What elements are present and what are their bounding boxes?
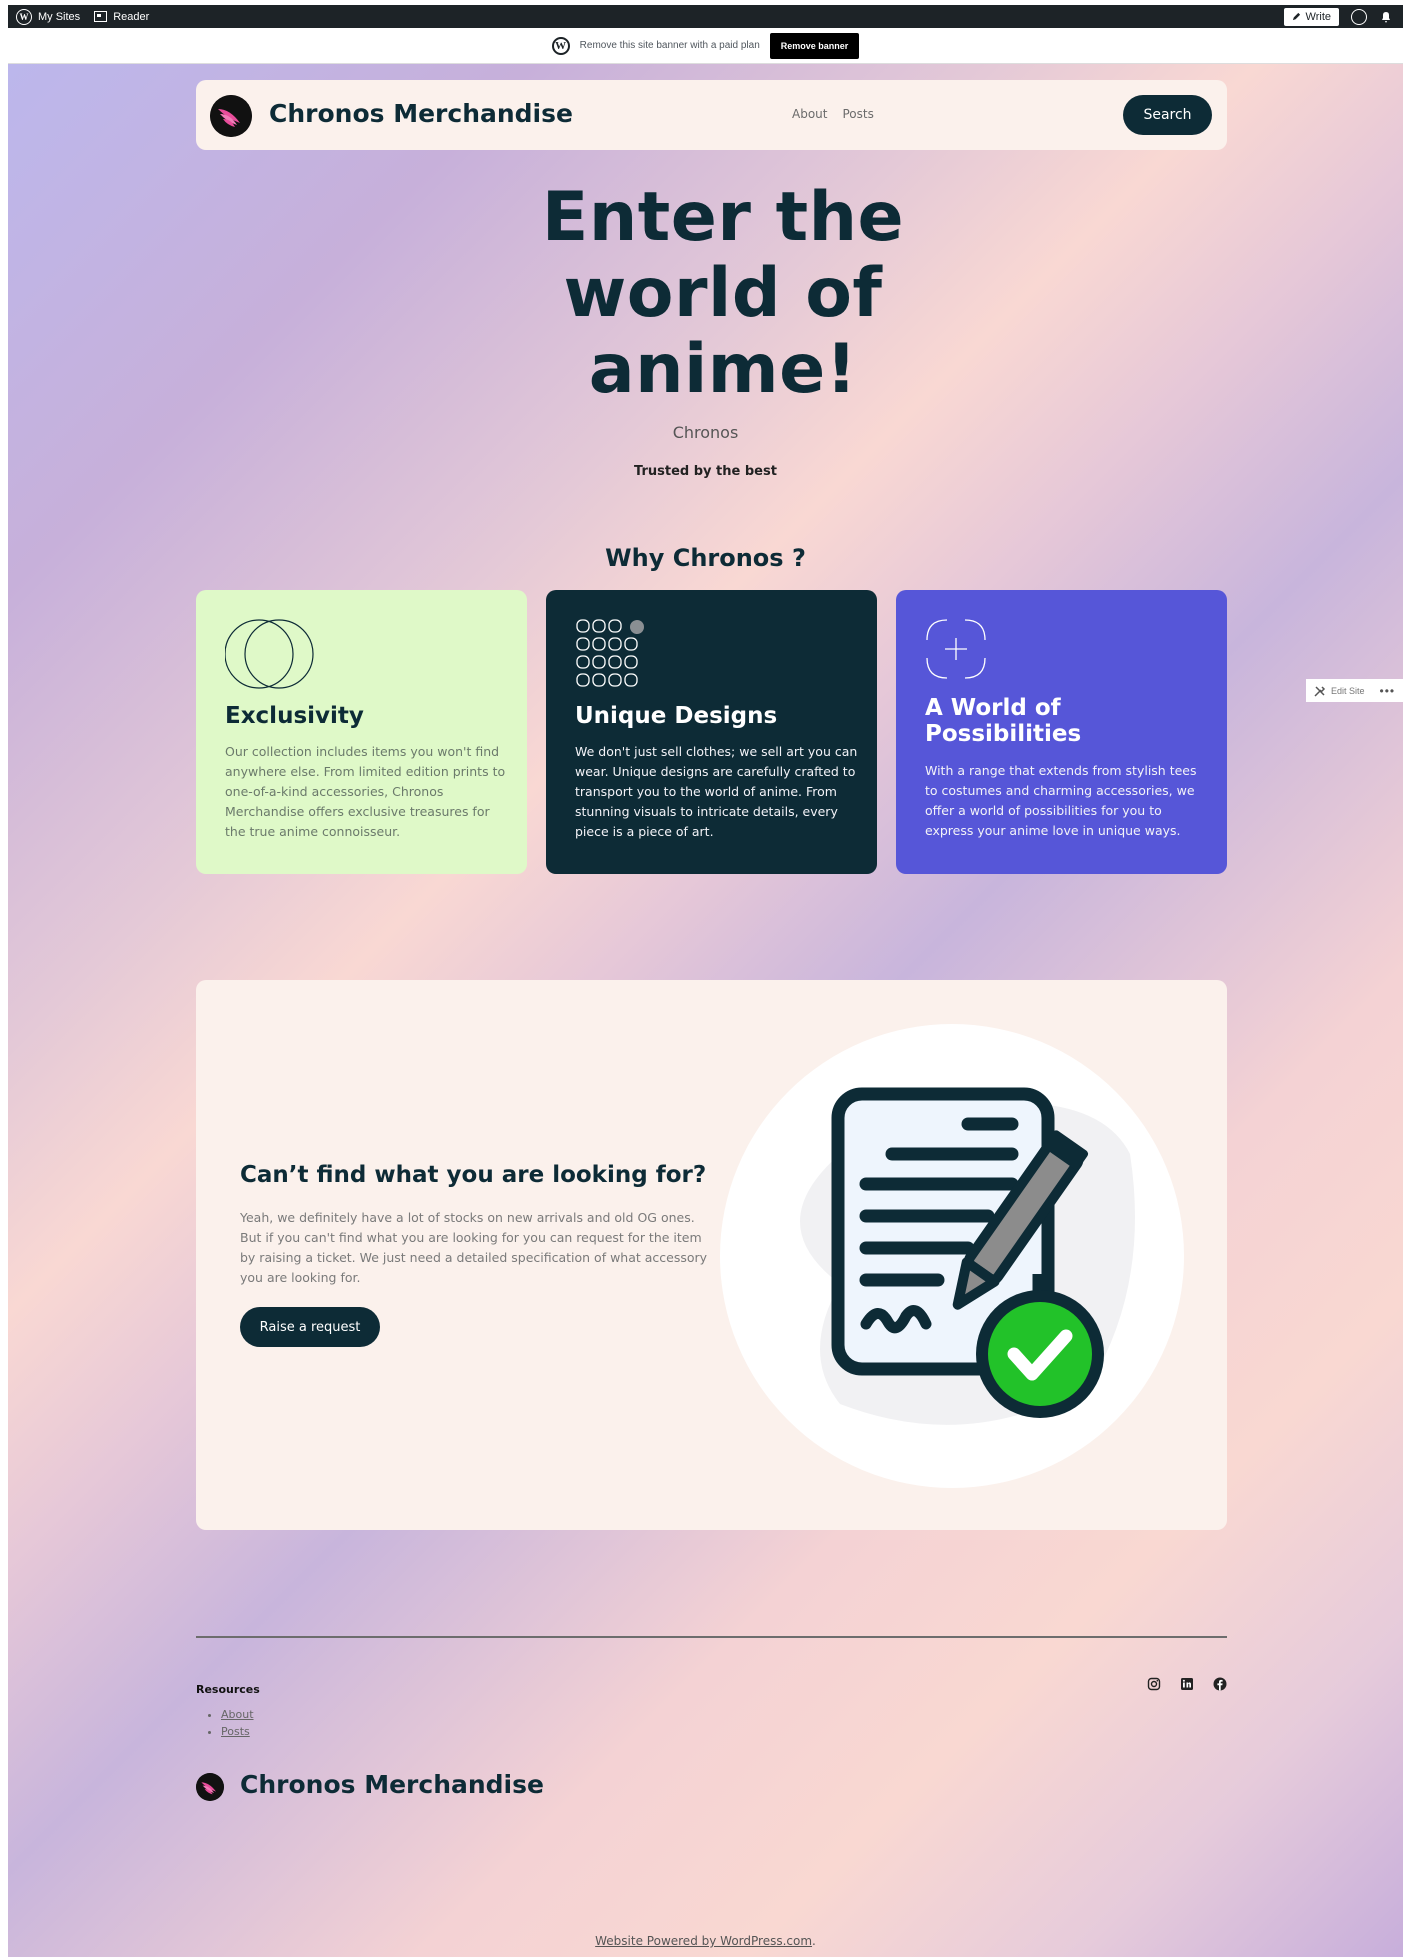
instagram-icon[interactable]	[1147, 1676, 1161, 1691]
list-item: Posts	[221, 1723, 254, 1740]
search-button[interactable]: Search	[1123, 95, 1212, 135]
admin-bar: W My Sites Reader Write	[8, 5, 1403, 28]
banner-message: Remove this site banner with a paid plan	[579, 40, 760, 51]
upgrade-banner: W Remove this site banner with a paid pl…	[8, 28, 1403, 64]
footer-site-title[interactable]: Chronos Merchandise	[240, 1770, 544, 1799]
card-text: Our collection includes items you won't …	[225, 744, 506, 839]
reader-icon	[94, 11, 108, 22]
card-text: With a range that extends from stylish t…	[925, 763, 1197, 838]
site-title[interactable]: Chronos Merchandise	[269, 99, 573, 128]
powered-by: Website Powered by WordPress.com.	[8, 1934, 1403, 1948]
remove-banner-button[interactable]: Remove banner	[769, 32, 860, 59]
powered-by-suffix: .	[812, 1934, 816, 1948]
card-title-line: Possibilities	[925, 721, 1082, 747]
linkedin-icon[interactable]	[1180, 1676, 1194, 1690]
request-section: Can’t find what you are looking for? Yea…	[196, 980, 1227, 1530]
footer-link-posts[interactable]: Posts	[221, 1725, 250, 1738]
my-sites-label: My Sites	[38, 10, 81, 23]
card-title: Exclusivity	[225, 703, 364, 729]
edit-site-button[interactable]: Edit Site	[1331, 686, 1365, 696]
nav-posts[interactable]: Posts	[842, 107, 873, 121]
edit-site-widget: Edit Site •••	[1306, 679, 1403, 702]
main-nav: About Posts	[792, 107, 874, 121]
write-label: Write	[1305, 10, 1331, 23]
card-text: We don't just sell clothes; we sell art …	[575, 744, 858, 839]
write-button[interactable]: Write	[1283, 7, 1339, 26]
why-heading: Why Chronos ?	[605, 544, 806, 572]
raise-request-button[interactable]: Raise a request	[240, 1307, 380, 1347]
my-sites-link[interactable]: W My Sites	[16, 8, 81, 25]
facebook-icon[interactable]	[1213, 1676, 1227, 1691]
feature-card-unique-designs: Unique Designs We don't just sell clothe…	[546, 590, 877, 874]
wordpress-logo-icon: W	[16, 8, 32, 25]
pen-icon	[1292, 12, 1300, 21]
reader-label: Reader	[113, 10, 150, 23]
hero-trust-text: Trusted by the best	[634, 464, 777, 479]
feature-card-possibilities: A World of Possibilities With a range th…	[896, 590, 1227, 874]
notification-bell-icon[interactable]	[1379, 10, 1393, 24]
list-item: About	[221, 1706, 254, 1723]
powered-by-link[interactable]: Website Powered by WordPress.com	[595, 1934, 812, 1948]
hero-title-line: world of	[563, 254, 883, 333]
hero-title: Enter the world of anime!	[458, 180, 988, 408]
site-header: Chronos Merchandise About Posts Search	[196, 80, 1227, 150]
card-title-line: A World of	[925, 695, 1061, 721]
card-title: A World of Possibilities	[925, 695, 1081, 747]
hero-subtitle: Chronos	[672, 423, 739, 442]
request-title: Can’t find what you are looking for?	[240, 1162, 707, 1188]
footer-link-about[interactable]: About	[221, 1708, 254, 1721]
social-links	[1147, 1676, 1227, 1691]
more-options-icon[interactable]: •••	[1380, 684, 1396, 698]
footer-logo[interactable]	[196, 1773, 224, 1801]
resources-heading: Resources	[196, 1683, 260, 1696]
site-logo[interactable]	[210, 95, 252, 137]
wing-logo-icon	[196, 1773, 224, 1801]
dot-grid-icon	[576, 619, 644, 687]
document-signed-check-icon	[720, 1024, 1184, 1488]
resources-list: About Posts	[221, 1706, 254, 1740]
reader-link[interactable]: Reader	[94, 11, 149, 23]
profile-circle-icon[interactable]	[1351, 8, 1367, 25]
wordpress-logo-icon: W	[551, 36, 570, 55]
wing-logo-icon	[210, 95, 252, 137]
card-title: Unique Designs	[575, 703, 778, 729]
request-text: Yeah, we definitely have a lot of stocks…	[240, 1210, 708, 1285]
hero-title-line: Enter the	[541, 178, 905, 257]
footer-divider	[196, 1636, 1227, 1638]
feature-card-exclusivity: Exclusivity Our collection includes item…	[196, 590, 527, 874]
hero-title-line: anime!	[588, 330, 858, 409]
nav-about[interactable]: About	[792, 107, 827, 121]
overlapping-circles-icon	[225, 619, 314, 689]
tools-icon	[1314, 685, 1326, 697]
focus-plus-icon	[926, 619, 986, 679]
site-page: Chronos Merchandise About Posts Search E…	[8, 64, 1403, 1957]
